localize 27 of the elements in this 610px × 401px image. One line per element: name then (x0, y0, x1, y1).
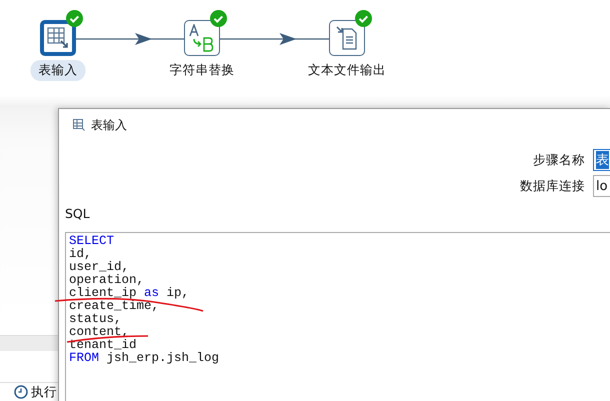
field-label: 步骤名称 (533, 152, 585, 168)
step-label: 文本文件输出 (307, 61, 387, 79)
step-node[interactable] (184, 20, 220, 56)
step-node[interactable] (40, 20, 76, 56)
step-node[interactable] (329, 20, 365, 56)
field-label: 数据库连接 (520, 178, 585, 194)
code-line: client_ip as ip, (69, 287, 190, 300)
code-line: content, (69, 326, 130, 339)
code-line: FROM jsh_erp.jsh_log (69, 352, 220, 365)
code-line: id, (69, 248, 92, 261)
code-line: tenant_id (69, 339, 137, 352)
code-line: user_id, (69, 261, 130, 274)
step-label: 字符串替换 (168, 61, 236, 79)
step-label: 表输入 (30, 60, 86, 81)
code-line: create_time, (69, 300, 160, 313)
a-to-b-icon (188, 24, 216, 52)
code-line: status, (69, 313, 122, 326)
code-line: SELECT (69, 235, 114, 248)
sql-editor[interactable]: SELECT id, user_id, operation, client_ip as ip, create_time, status, content, tenant_id FROM jsh_erp.jsh_log (65, 232, 610, 401)
table-icon (47, 27, 69, 49)
sql-label: SQL (65, 206, 90, 221)
dialog-title: 表输入 (91, 116, 127, 134)
table-icon (73, 119, 85, 131)
code-line: operation, (69, 274, 144, 287)
input-field[interactable]: 表 (593, 149, 610, 171)
document-icon (336, 26, 358, 50)
input-field[interactable]: lo (593, 175, 610, 197)
